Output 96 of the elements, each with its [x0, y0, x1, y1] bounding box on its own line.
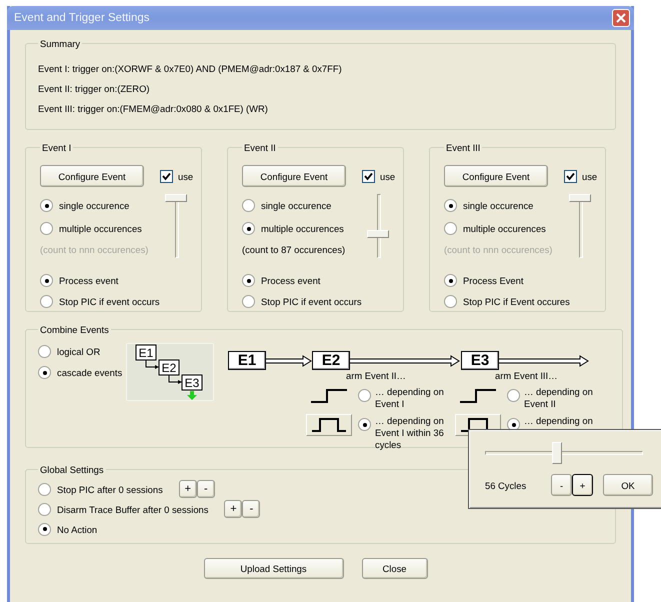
radio-label: single occurence: [261, 200, 332, 211]
connector-arrow: [146, 360, 159, 369]
configure-event-button[interactable]: Configure Event: [242, 165, 346, 187]
summary-line: Event I: trigger on:(XORWF & 0x7E0) AND (PMEM@adr:0x187 & 0x7FF): [38, 62, 343, 76]
radio-button[interactable]: [38, 502, 51, 516]
radio-button[interactable]: [38, 522, 51, 536]
radio-label: Disarm Trace Buffer after 0 sessions: [57, 504, 208, 514]
stepper-button[interactable]: -: [242, 500, 260, 518]
radio-button[interactable]: [40, 295, 53, 308]
diagram-node: E1: [136, 344, 156, 360]
radio-button[interactable]: [444, 295, 457, 308]
radio-button[interactable]: [358, 418, 371, 431]
radio-button[interactable]: [40, 199, 53, 212]
pulse-icon: [311, 417, 347, 433]
diagram-node: E3: [182, 374, 202, 390]
configure-event-button[interactable]: Configure Event: [444, 165, 548, 187]
group-title: Event II: [243, 142, 277, 153]
radio-label: … depending on Event II: [524, 386, 594, 410]
group-title: Event I: [41, 142, 72, 153]
group-title: Global Settings: [39, 464, 105, 475]
radio-button[interactable]: [507, 389, 520, 402]
down-arrow-icon: [187, 391, 197, 400]
upload-button[interactable]: Upload Settings: [204, 558, 344, 579]
radio-button[interactable]: [242, 222, 255, 235]
stepper-button[interactable]: -: [551, 474, 572, 496]
event-node: E2: [312, 351, 350, 370]
vertical-slider[interactable]: [367, 194, 392, 258]
vertical-slider[interactable]: [569, 194, 594, 258]
checkbox-label: use: [380, 170, 396, 182]
slider-thumb[interactable]: [367, 230, 390, 238]
radio-label: Process event: [59, 275, 118, 286]
count-label: (count to nnn occurences): [444, 243, 554, 257]
radio-label: single occurence: [463, 200, 534, 211]
radio-label: … depending on Event I: [375, 386, 445, 410]
radio-label: … depending on Event I within 36 cycles: [375, 415, 445, 451]
close-icon[interactable]: [612, 9, 630, 27]
radio-button[interactable]: [242, 295, 255, 308]
radio-button[interactable]: [40, 222, 53, 235]
arm-label: arm Event III…: [495, 370, 559, 381]
stepper-button[interactable]: +: [178, 480, 197, 498]
slider-thumb[interactable]: [165, 194, 188, 202]
radio-button[interactable]: [38, 345, 51, 358]
radio-button[interactable]: [444, 222, 457, 235]
close-button[interactable]: Close: [362, 558, 428, 579]
radio-label: Process Event: [463, 275, 524, 286]
radio-button[interactable]: [242, 199, 255, 212]
count-label: (count to 87 occurences): [242, 243, 346, 257]
radio-label: … depending on: [524, 415, 594, 427]
stepper-button[interactable]: -: [196, 480, 215, 498]
group-title: Summary: [39, 38, 82, 49]
radio-label: Stop PIC if Event occures: [463, 296, 570, 307]
radio-button[interactable]: [40, 274, 53, 287]
double-arrow: [266, 355, 312, 367]
radio-button[interactable]: [358, 389, 371, 402]
checkbox-label: use: [582, 170, 598, 182]
horizontal-slider[interactable]: [485, 442, 643, 464]
radio-button[interactable]: [444, 274, 457, 287]
vertical-slider[interactable]: [165, 194, 190, 258]
checkbox[interactable]: [362, 170, 375, 182]
event-node: E1: [228, 351, 266, 370]
radio-label: Stop PIC if event occurs: [59, 296, 160, 307]
slider-thumb[interactable]: [552, 442, 562, 464]
cycles-reading: 56 Cycles: [485, 480, 528, 490]
ok-button[interactable]: OK: [603, 474, 653, 496]
radio-label: No Action: [57, 524, 98, 534]
radio-button[interactable]: [444, 199, 457, 212]
summary-line: Event III: trigger on:(FMEM@adr:0x080 & 0x1FE) (WR): [38, 102, 269, 116]
radio-label: cascade events: [57, 367, 122, 378]
radio-button[interactable]: [242, 274, 255, 287]
radio-label: logical OR: [57, 346, 100, 357]
arm-label: arm Event II…: [346, 370, 407, 381]
stepper-button[interactable]: +: [224, 500, 242, 518]
stepper-button[interactable]: +: [572, 474, 593, 496]
checkbox[interactable]: [160, 170, 173, 182]
group-title: Event III: [445, 142, 482, 153]
checkbox[interactable]: [564, 170, 577, 182]
group-title: Combine Events: [39, 324, 110, 335]
summary-line: Event II: trigger on:(ZERO): [38, 82, 150, 96]
slider-thumb[interactable]: [569, 194, 592, 202]
window-title: Event and Trigger Settings: [14, 12, 150, 24]
radio-label: Process event: [261, 275, 320, 286]
radio-label: multiple occurences: [463, 223, 546, 234]
pulse-button[interactable]: [306, 414, 352, 436]
radio-button[interactable]: [38, 482, 51, 496]
count-label: (count to nnn occurences): [40, 243, 150, 257]
radio-button[interactable]: [38, 366, 51, 379]
configure-event-button[interactable]: Configure Event: [40, 165, 144, 187]
event-node: E3: [461, 351, 499, 370]
connector-arrow: [168, 374, 182, 384]
radio-label: Stop PIC after 0 sessions: [57, 484, 163, 494]
radio-label: multiple occurences: [59, 223, 142, 234]
radio-label: multiple occurences: [261, 223, 344, 234]
diagram-node: E2: [158, 360, 180, 376]
radio-label: single occurence: [59, 200, 130, 211]
checkbox-label: use: [178, 170, 194, 182]
radio-label: Stop PIC if event occurs: [261, 296, 362, 307]
